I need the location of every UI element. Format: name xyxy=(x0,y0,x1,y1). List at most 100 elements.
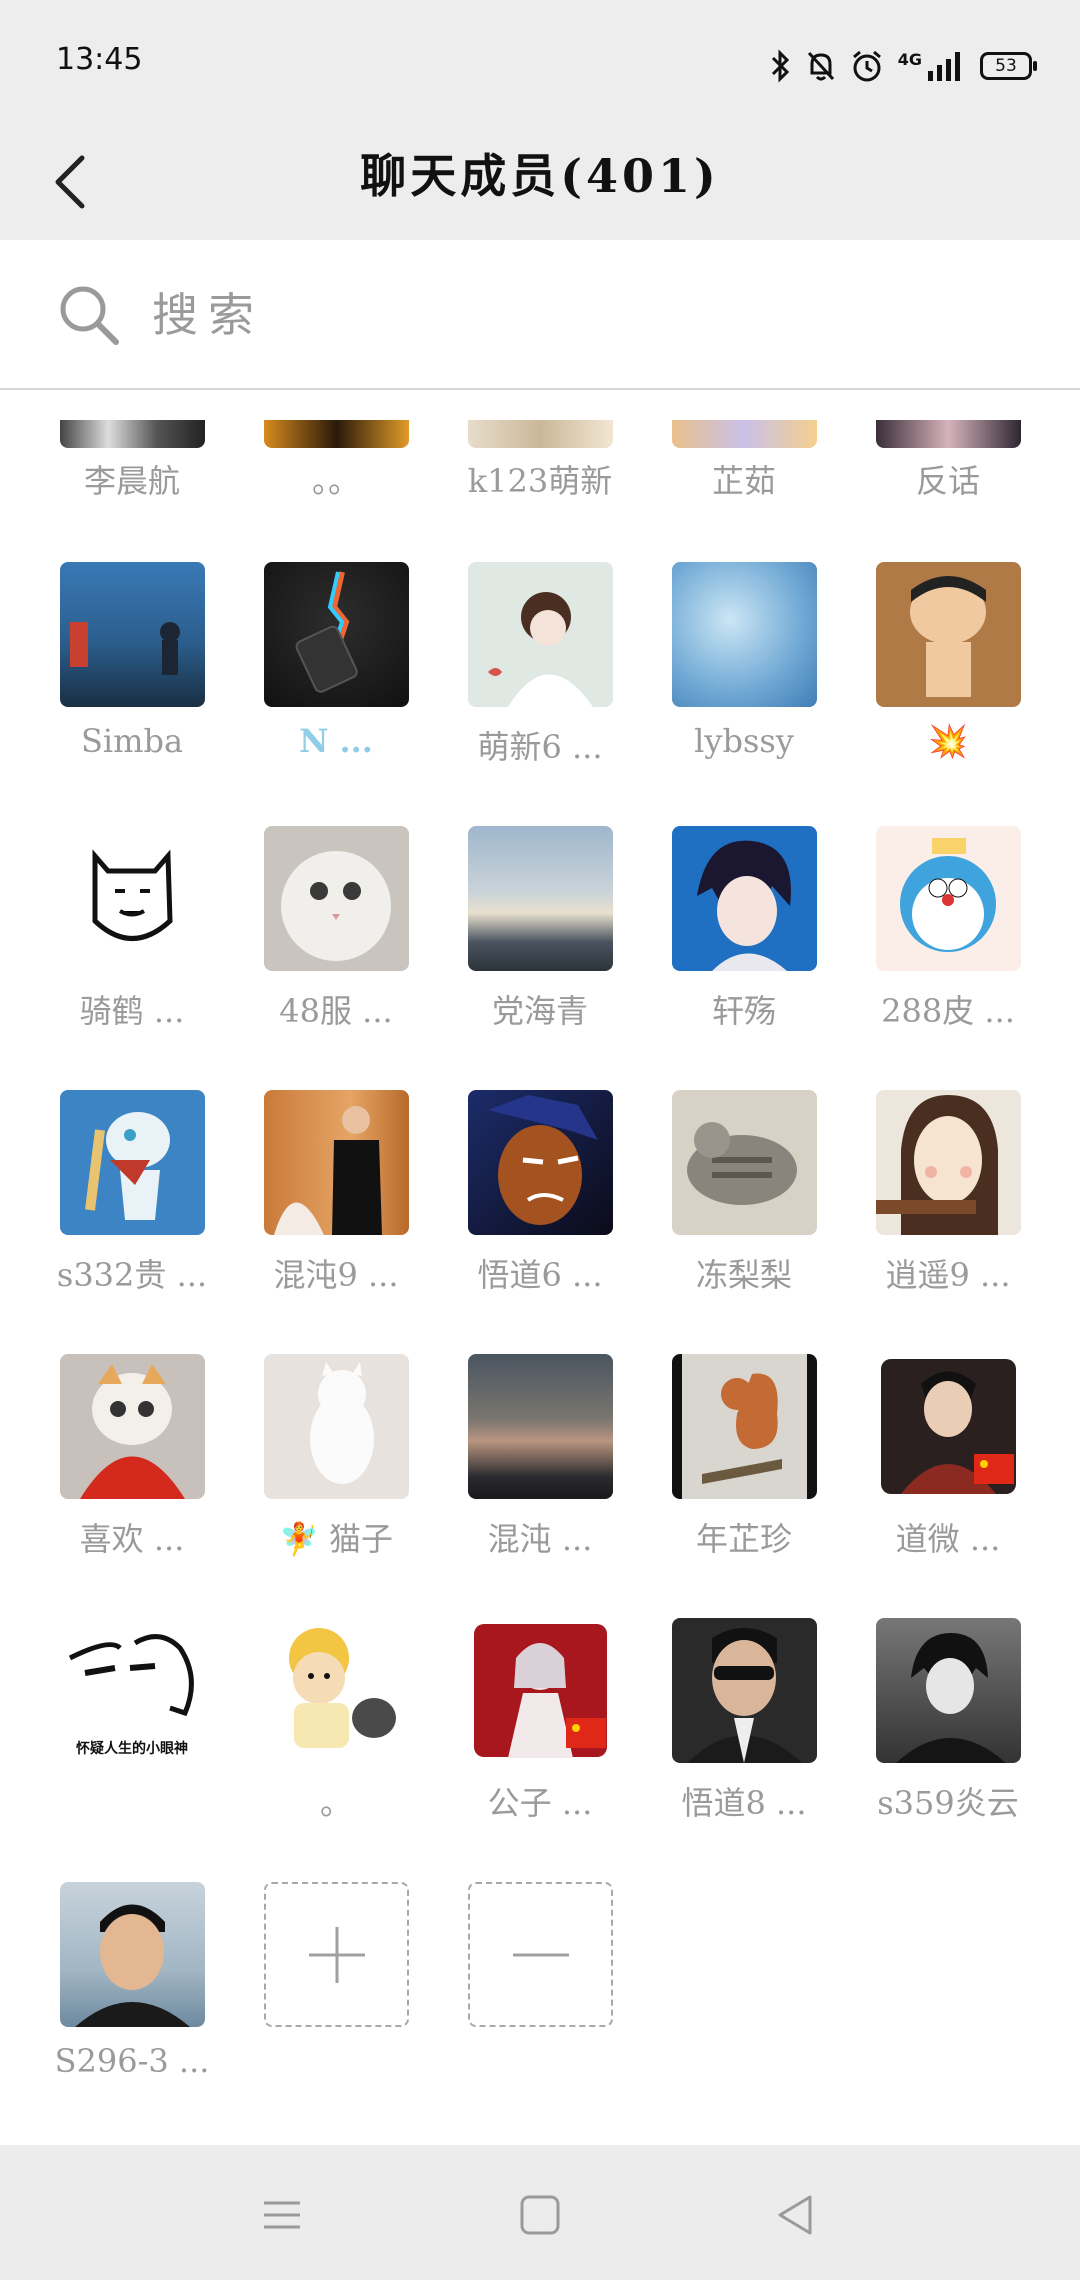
member-name: N ... xyxy=(299,722,373,760)
member-item[interactable]: 混沌 ... xyxy=(438,1354,618,1584)
member-name: Simba xyxy=(80,722,184,760)
member-name: 。。 xyxy=(311,462,360,500)
member-avatar xyxy=(672,826,817,971)
member-item[interactable]: 混沌9 ... xyxy=(234,1090,414,1320)
member-item[interactable]: 🧚 猫子 xyxy=(234,1354,414,1584)
network-type: 4G xyxy=(897,49,922,69)
member-avatar xyxy=(60,1090,205,1235)
member-name: 混沌 ... xyxy=(487,1520,593,1558)
home-icon xyxy=(520,2195,560,2235)
member-item[interactable]: S296-3 ... xyxy=(30,1882,210,2112)
member-item[interactable]: 公子 ... xyxy=(438,1618,618,1848)
member-item[interactable]: k123萌新 xyxy=(438,390,618,510)
member-avatar xyxy=(468,1354,613,1499)
search-input[interactable] xyxy=(150,270,1034,360)
member-item[interactable]: 💥 xyxy=(846,562,1026,792)
member-item[interactable]: N ... xyxy=(234,562,414,792)
member-avatar xyxy=(876,1618,1021,1763)
status-bar: 13:45 4G 53 xyxy=(0,0,1080,120)
member-avatar xyxy=(468,1090,613,1235)
member-item[interactable]: 288皮 ... xyxy=(846,826,1026,1056)
member-avatar xyxy=(468,826,613,971)
member-item[interactable]: 党海青 xyxy=(438,826,618,1056)
member-avatar xyxy=(264,420,409,448)
member-name: 萌新6 ... xyxy=(477,728,603,766)
member-item[interactable]: Simba xyxy=(30,562,210,792)
member-item[interactable]: 萌新6 ... xyxy=(438,562,618,792)
battery-level: 53 xyxy=(995,56,1017,76)
member-item[interactable]: 芷茹 xyxy=(642,390,822,510)
member-name: k123萌新 xyxy=(467,462,613,500)
member-avatar xyxy=(264,826,409,971)
member-name: s359炎云 xyxy=(877,1784,1019,1822)
member-avatar xyxy=(876,1090,1021,1235)
member-item[interactable]: 。。 xyxy=(234,390,414,510)
member-avatar xyxy=(672,1090,817,1235)
member-name: s332贵 ... xyxy=(56,1256,208,1294)
member-item[interactable]: 喜欢 ... xyxy=(30,1354,210,1584)
member-item[interactable]: s359炎云 xyxy=(846,1618,1026,1848)
system-nav-bar xyxy=(0,2145,1080,2280)
member-item[interactable]: 反话 xyxy=(846,390,1026,510)
home-button[interactable] xyxy=(510,2185,570,2245)
member-name: 逍遥9 ... xyxy=(885,1256,1011,1294)
member-item[interactable]: s332贵 ... xyxy=(30,1090,210,1320)
member-item[interactable]: 悟道8 ... xyxy=(642,1618,822,1848)
member-item[interactable]: 逍遥9 ... xyxy=(846,1090,1026,1320)
search-icon xyxy=(60,286,119,345)
member-avatar: 怀疑人生的小眼神 xyxy=(60,1618,205,1763)
member-name: 48服 ... xyxy=(279,992,393,1030)
member-avatar xyxy=(672,1618,817,1763)
member-name: 党海青 xyxy=(491,992,588,1030)
bluetooth-icon xyxy=(771,49,789,83)
mute-bell-icon xyxy=(807,51,834,81)
member-avatar xyxy=(264,1090,409,1235)
member-avatar xyxy=(876,562,1021,707)
member-name: S296-3 ... xyxy=(54,2042,210,2080)
back-triangle-icon xyxy=(778,2195,812,2235)
member-name: 。 xyxy=(319,1784,352,1822)
member-item[interactable]: 骑鹤 ... xyxy=(30,826,210,1056)
member-item[interactable]: 道微 ... xyxy=(846,1354,1026,1584)
member-avatar xyxy=(60,1354,205,1499)
member-item[interactable]: 怀疑人生的小眼神 xyxy=(30,1618,210,1848)
member-item[interactable]: 李晨航 xyxy=(30,390,210,510)
member-avatar xyxy=(468,562,613,707)
member-name: 公子 ... xyxy=(487,1784,593,1822)
member-avatar xyxy=(672,1354,817,1499)
add-member-button[interactable] xyxy=(264,1882,409,2027)
member-item[interactable]: 48服 ... xyxy=(234,826,414,1056)
member-name: 反话 xyxy=(915,462,980,500)
member-name: 悟道8 ... xyxy=(681,1784,807,1822)
member-item[interactable]: 轩殇 xyxy=(642,826,822,1056)
back-nav-button[interactable] xyxy=(766,2185,826,2245)
menu-icon xyxy=(264,2201,300,2229)
member-item[interactable]: 冻梨梨 xyxy=(642,1090,822,1320)
page-title: 聊天成员(401) xyxy=(360,149,720,203)
sticker-caption: 怀疑人生的小眼神 xyxy=(76,1740,188,1757)
status-icons: 4G 53 xyxy=(770,46,1037,86)
member-avatar xyxy=(264,1618,409,1763)
member-avatar xyxy=(876,826,1021,971)
member-avatar xyxy=(264,1354,409,1499)
remove-member-button[interactable] xyxy=(468,1882,613,2027)
member-item[interactable]: 悟道6 ... xyxy=(438,1090,618,1320)
member-item[interactable]: 年芷珍 xyxy=(642,1354,822,1584)
member-avatar xyxy=(468,1618,613,1763)
member-avatar xyxy=(264,562,409,707)
member-name: 喜欢 ... xyxy=(79,1520,185,1558)
member-name: 轩殇 xyxy=(711,992,776,1030)
status-time: 13:45 xyxy=(56,42,143,77)
member-avatar xyxy=(60,562,205,707)
menu-button[interactable] xyxy=(252,2185,312,2245)
minus-icon xyxy=(512,1953,569,1956)
member-item[interactable]: 。 xyxy=(234,1618,414,1848)
member-item[interactable]: lybssy xyxy=(642,562,822,792)
signal-icon xyxy=(928,52,960,81)
search-bar xyxy=(0,240,1080,390)
battery-icon: 53 xyxy=(980,52,1037,80)
member-avatar xyxy=(876,420,1021,448)
member-name: 道微 ... xyxy=(895,1520,1001,1558)
member-avatar xyxy=(60,1882,205,2027)
members-grid: 李晨航 。。 k123萌新 芷茹 反话 Simba N ... 萌新6 ... xyxy=(0,390,1080,2145)
